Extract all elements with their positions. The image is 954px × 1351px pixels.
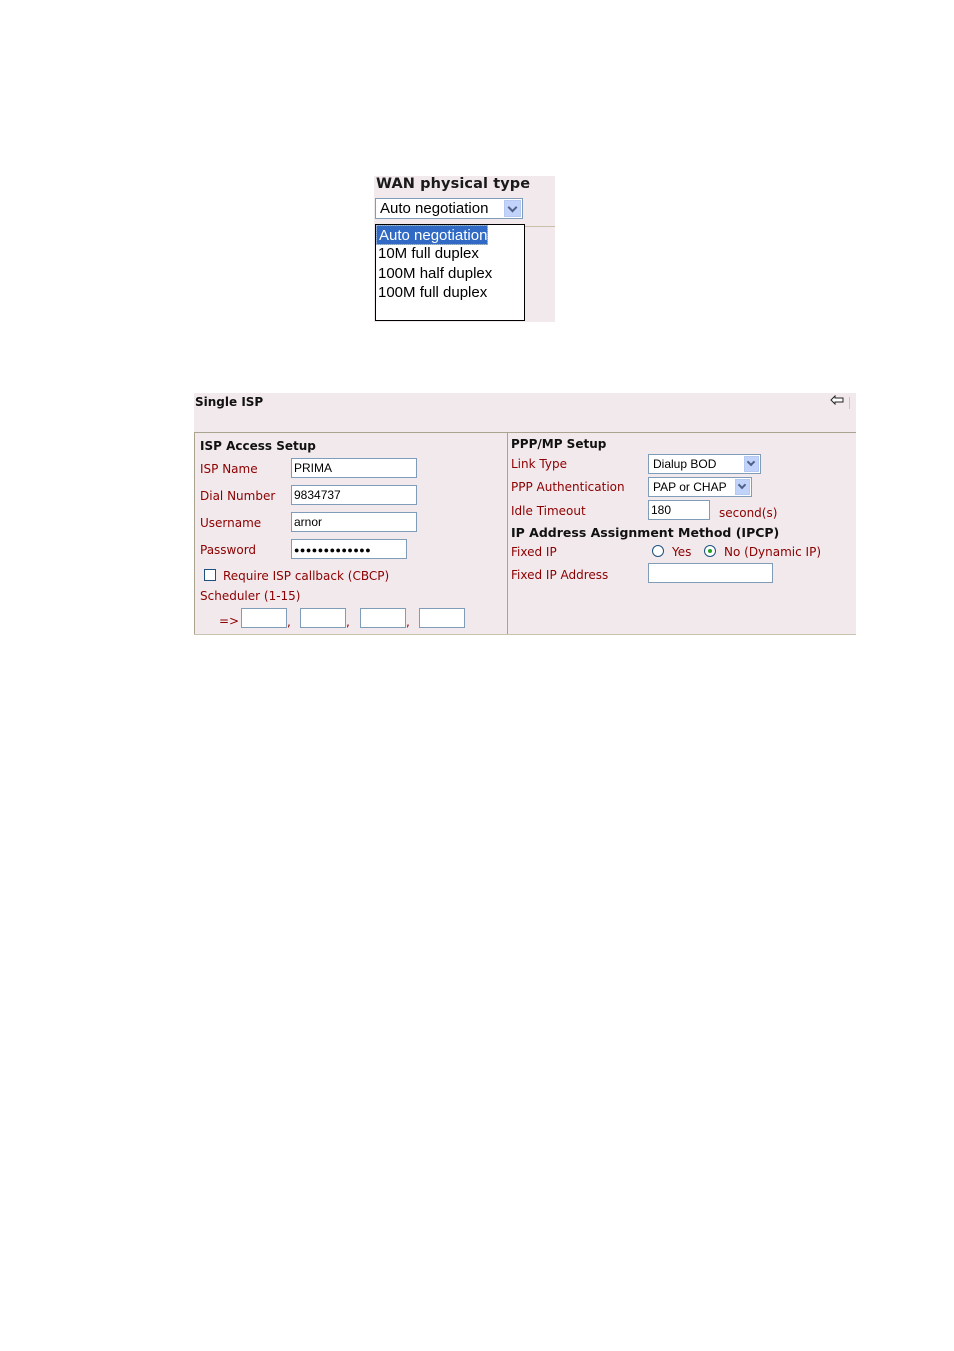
divider bbox=[194, 634, 856, 635]
wan-physical-type-label: WAN physical type bbox=[376, 176, 531, 192]
wan-option-auto-negotiation[interactable]: Auto negotiation bbox=[376, 225, 489, 245]
link-type-value: Dialup BOD bbox=[653, 457, 717, 471]
comma-separator: , bbox=[287, 615, 291, 629]
link-type-select[interactable]: Dialup BOD bbox=[648, 454, 761, 474]
fixed-ip-no-radio[interactable] bbox=[704, 545, 716, 557]
wan-option-10m-full-duplex[interactable]: 10M full duplex bbox=[376, 244, 524, 263]
divider bbox=[194, 432, 195, 635]
scheduler-input-1[interactable] bbox=[241, 608, 287, 628]
ppp-authentication-label: PPP Authentication bbox=[511, 480, 625, 494]
single-isp-panel: Single ISP ISP Access Setup ISP Name PRI… bbox=[194, 393, 856, 635]
panel-title: Single ISP bbox=[195, 395, 264, 409]
dial-number-label: Dial Number bbox=[200, 489, 276, 503]
scheduler-arrow: => bbox=[219, 614, 240, 628]
wan-physical-type-panel: WAN physical type Auto negotiation Auto … bbox=[374, 176, 555, 322]
fixed-ip-no-label: No (Dynamic IP) bbox=[724, 545, 822, 559]
require-callback-checkbox[interactable] bbox=[204, 569, 216, 581]
isp-name-label: ISP Name bbox=[200, 462, 258, 476]
fixed-ip-address-label: Fixed IP Address bbox=[511, 568, 609, 582]
scheduler-input-2[interactable] bbox=[300, 608, 346, 628]
username-label: Username bbox=[200, 516, 262, 530]
fixed-ip-yes-label: Yes bbox=[672, 545, 692, 559]
require-callback-label: Require ISP callback (CBCP) bbox=[223, 569, 390, 583]
column-divider bbox=[507, 432, 508, 635]
ppp-authentication-value: PAP or CHAP bbox=[653, 480, 727, 494]
comma-separator: , bbox=[346, 615, 350, 629]
divider bbox=[849, 397, 850, 409]
dial-number-input[interactable]: 9834737 bbox=[291, 485, 417, 505]
back-arrow-icon[interactable] bbox=[830, 395, 844, 405]
ppp-mp-setup-heading: PPP/MP Setup bbox=[511, 437, 607, 451]
wan-option-100m-half-duplex[interactable]: 100M half duplex bbox=[376, 264, 524, 283]
fixed-ip-address-input[interactable] bbox=[648, 563, 773, 583]
username-input[interactable]: arnor bbox=[291, 512, 417, 532]
link-type-label: Link Type bbox=[511, 457, 567, 471]
radio-selected-dot bbox=[708, 549, 712, 553]
comma-separator: , bbox=[406, 615, 410, 629]
idle-timeout-input[interactable]: 180 bbox=[648, 500, 710, 520]
idle-timeout-unit: second(s) bbox=[719, 506, 778, 520]
password-label: Password bbox=[200, 543, 257, 557]
wan-physical-type-select[interactable]: Auto negotiation bbox=[375, 198, 523, 219]
chevron-down-icon bbox=[746, 457, 756, 467]
ipcp-heading: IP Address Assignment Method (IPCP) bbox=[511, 525, 780, 540]
divider bbox=[524, 226, 555, 227]
ppp-authentication-select[interactable]: PAP or CHAP bbox=[648, 477, 752, 497]
isp-access-setup-heading: ISP Access Setup bbox=[200, 439, 316, 453]
scheduler-input-3[interactable] bbox=[360, 608, 406, 628]
dropdown-button[interactable] bbox=[504, 200, 521, 217]
scheduler-input-4[interactable] bbox=[419, 608, 465, 628]
chevron-down-icon bbox=[737, 480, 747, 490]
scheduler-label: Scheduler (1-15) bbox=[200, 589, 301, 603]
divider bbox=[194, 432, 856, 433]
dropdown-button[interactable] bbox=[744, 456, 759, 472]
fixed-ip-yes-radio[interactable] bbox=[652, 545, 664, 557]
password-input[interactable]: ●●●●●●●●●●●●● bbox=[291, 539, 407, 559]
wan-option-100m-full-duplex[interactable]: 100M full duplex bbox=[376, 283, 524, 302]
chevron-down-icon bbox=[507, 202, 518, 213]
idle-timeout-label: Idle Timeout bbox=[511, 504, 586, 518]
wan-physical-type-selected-value: Auto negotiation bbox=[380, 200, 489, 217]
fixed-ip-label: Fixed IP bbox=[511, 545, 557, 559]
isp-name-input[interactable]: PRIMA bbox=[291, 458, 417, 478]
dropdown-button[interactable] bbox=[735, 479, 750, 495]
wan-physical-type-options-list: Auto negotiation 10M half duplex 10M ful… bbox=[375, 224, 525, 321]
